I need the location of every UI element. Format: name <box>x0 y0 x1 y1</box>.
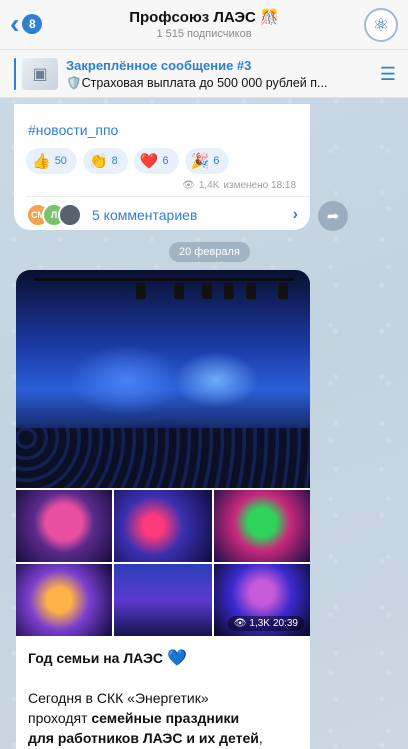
post-body: Сегодня в СКК «Энергетик» проходят семей… <box>28 688 304 748</box>
post-bold-text: семейные праздники <box>91 710 240 726</box>
crowd-silhouette <box>16 428 310 488</box>
reaction-count: 50 <box>54 155 67 167</box>
message-time: 20:39 <box>272 618 298 629</box>
reaction-clap[interactable]: 👏 8 <box>82 148 128 174</box>
stage-lights <box>34 278 294 318</box>
channel-avatar[interactable]: ⚛ <box>364 8 398 42</box>
reaction-thumbs-up[interactable]: 👍 50 <box>26 148 77 174</box>
post-text: проходят <box>28 710 92 726</box>
thumbs-up-icon: 👍 <box>32 153 51 170</box>
comments-link[interactable]: СМ Л 5 комментариев › <box>26 202 298 228</box>
post-line: Сегодня в СКК «Энергетик» <box>28 690 209 706</box>
reaction-count: 6 <box>162 155 169 167</box>
post-title-text: Год семьи на ЛАЭС <box>28 650 164 666</box>
hashtag-link[interactable]: #новости_ппо <box>28 122 118 138</box>
view-count: 1,4K <box>198 180 220 191</box>
chevron-right-icon: › <box>292 206 298 223</box>
reaction-count: 6 <box>213 155 220 167</box>
photo-thumbnail[interactable] <box>114 564 212 636</box>
avatar <box>58 203 82 227</box>
atom-logo-icon: ⚛ <box>372 14 390 35</box>
post-bold-text: для работников ЛАЭС и их детей <box>28 730 259 746</box>
pinned-thumbnail: ▣ <box>22 58 58 90</box>
reactions-row: 👍 50 👏 8 ❤️ 6 🎉 6 <box>26 148 230 174</box>
channel-title[interactable]: Профсоюз ЛАЭС 🎊 <box>0 8 408 26</box>
channel-header: ‹ 8 Профсоюз ЛАЭС 🎊 1 515 подписчиков ⚛ <box>0 0 408 50</box>
eye-icon: 👁 <box>182 180 195 191</box>
pinned-title: Закреплённое сообщение #3 <box>66 58 252 73</box>
divider <box>26 196 310 197</box>
blue-heart-icon: 💙 <box>167 650 187 667</box>
share-button[interactable]: ➦ <box>318 201 348 231</box>
pinned-indicator <box>14 58 16 90</box>
photo-thumbnail[interactable] <box>214 490 310 562</box>
clap-icon: 👏 <box>88 153 108 170</box>
subscriber-count: 1 515 подписчиков <box>156 28 252 40</box>
concert-photo[interactable] <box>16 270 310 488</box>
image-icon: ▣ <box>32 66 48 83</box>
date-separator: 20 февраля <box>169 242 250 262</box>
message-bubble: 👁 1,3K 20:39 Год семьи на ЛАЭС 💙 Сегодня… <box>16 270 310 749</box>
post-title: Год семьи на ЛАЭС 💙 <box>28 648 187 668</box>
message-bubble: #новости_ппо 👍 50 👏 8 ❤️ 6 🎉 6 👁 1,4K из… <box>14 104 310 230</box>
reaction-count: 8 <box>111 155 118 167</box>
message-meta: 👁 1,3K 20:39 <box>227 616 304 631</box>
heart-icon: ❤️ <box>139 153 159 170</box>
eye-icon: 👁 <box>233 618 247 629</box>
photo-grid: 👁 1,3K 20:39 <box>16 490 310 638</box>
pinned-message-bar[interactable]: ▣ Закреплённое сообщение #3 🛡️Страховая … <box>0 50 408 98</box>
view-count: 1,3K <box>249 618 270 629</box>
photo-thumbnail[interactable] <box>16 564 112 636</box>
party-popper-icon: 🎉 <box>190 153 210 170</box>
share-arrow-icon: ➦ <box>326 208 340 225</box>
photo-thumbnail[interactable] <box>16 490 112 562</box>
pinned-text: 🛡️Страховая выплата до 500 000 рублей п.… <box>66 76 328 90</box>
edited-time: изменено 18:18 <box>223 180 296 191</box>
reaction-party[interactable]: 🎉 6 <box>184 148 230 174</box>
pinned-list-icon[interactable]: ☰ <box>380 64 396 85</box>
post-line: для работников ЛАЭС и их детей, <box>28 728 304 748</box>
photo-thumbnail[interactable] <box>114 490 212 562</box>
reaction-heart[interactable]: ❤️ 6 <box>133 148 179 174</box>
post-line: проходят семейные праздники <box>28 708 304 728</box>
photo-thumbnail[interactable]: 👁 1,3K 20:39 <box>214 564 310 636</box>
comments-label: 5 комментариев <box>92 207 198 223</box>
post-text: , <box>258 730 263 746</box>
message-meta: 👁 1,4K изменено 18:18 <box>182 180 296 191</box>
